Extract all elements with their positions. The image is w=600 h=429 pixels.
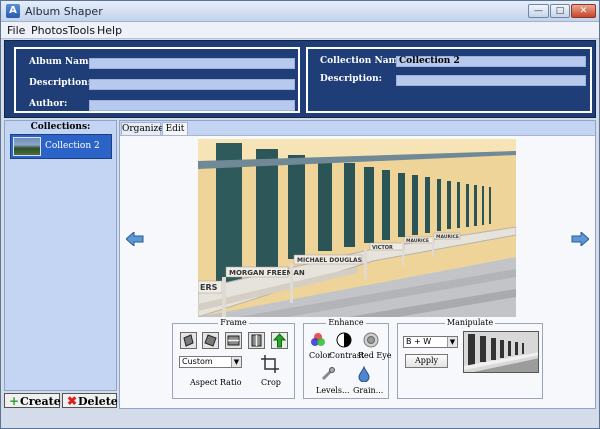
menu-file[interactable]: File xyxy=(7,24,25,37)
grain-drop-icon[interactable] xyxy=(356,366,372,382)
collections-title: Collections: xyxy=(30,122,91,132)
enhance-title: Enhance xyxy=(326,318,366,327)
flip-horizontal-button[interactable] xyxy=(225,332,242,349)
chevron-down-icon: ▼ xyxy=(447,337,457,347)
album-description-label: Description: xyxy=(29,78,91,88)
save-frame-button[interactable] xyxy=(271,332,288,349)
collections-panel: Collections: Collection 2 xyxy=(4,120,117,391)
create-button-label: Create xyxy=(20,395,61,408)
chevron-down-icon: ▼ xyxy=(231,357,241,367)
album-info-box: Album Name: Description: Author: xyxy=(14,47,300,113)
rotate-right-icon xyxy=(204,334,217,347)
rotate-right-button[interactable] xyxy=(202,332,219,349)
collection-name-label: Collection Name: xyxy=(320,56,408,66)
album-shaper-app-icon: A xyxy=(6,4,20,18)
menu-bar: File Photos Tools Help xyxy=(1,22,599,39)
green-up-arrow-icon xyxy=(272,333,287,348)
enhance-group: Enhance Color Contrast Red Eye Levels...… xyxy=(303,318,392,399)
contrast-icon[interactable] xyxy=(336,332,352,348)
bw-preview-image xyxy=(464,332,538,372)
color-wheel-icon[interactable] xyxy=(310,332,326,348)
menu-help[interactable]: Help xyxy=(97,24,122,37)
rotate-left-button[interactable] xyxy=(180,332,197,349)
main-panel: Organize Edit MORGAN FREEMAN MICHAEL DOU… xyxy=(119,120,596,409)
sign-maurice-1: MAURICE xyxy=(406,238,429,244)
manipulate-title: Manipulate xyxy=(444,318,496,327)
red-eye-label: Red Eye xyxy=(358,351,392,360)
create-collection-button[interactable]: + Create xyxy=(4,393,61,408)
flip-vertical-button[interactable] xyxy=(248,332,265,349)
aspect-ratio-label: Aspect Ratio xyxy=(190,378,242,387)
collection-name-field[interactable]: Collection 2 xyxy=(396,56,586,67)
beach-cabins-photo: MORGAN FREEMAN MICHAEL DOUGLAS VICTOR MA… xyxy=(198,139,516,317)
frame-group: Frame Custom ▼ Aspect Ratio Crop xyxy=(172,318,295,399)
aspect-ratio-select[interactable]: Custom ▼ xyxy=(179,356,242,368)
manipulate-group: Manipulate B + W ▼ Apply xyxy=(397,318,543,399)
crop-icon xyxy=(261,355,279,373)
album-name-field[interactable] xyxy=(89,58,295,69)
close-button[interactable]: ✕ xyxy=(571,4,596,18)
delete-button-label: Delete xyxy=(78,395,118,408)
minimize-button[interactable]: — xyxy=(528,4,549,18)
collection-description-label: Description: xyxy=(320,74,382,84)
photo-preview[interactable]: MORGAN FREEMAN MICHAEL DOUGLAS VICTOR MA… xyxy=(198,139,516,317)
title-bar[interactable]: A Album Shaper — □ ✕ xyxy=(1,1,599,22)
collection-description-field[interactable] xyxy=(396,75,586,86)
collection-info-box: Collection Name: Collection 2 Descriptio… xyxy=(306,47,592,113)
apply-button[interactable]: Apply xyxy=(405,354,448,368)
maximize-button[interactable]: □ xyxy=(550,4,570,18)
flip-horizontal-icon xyxy=(227,335,240,346)
frame-title: Frame xyxy=(218,318,249,327)
color-label: Color xyxy=(309,351,332,360)
delete-collection-button[interactable]: ✖ Delete xyxy=(62,393,118,408)
collection-item[interactable]: Collection 2 xyxy=(10,134,112,159)
sign-michael-douglas: MICHAEL DOUGLAS xyxy=(297,257,362,264)
aspect-ratio-value: Custom xyxy=(182,357,213,366)
sign-ers: ERS xyxy=(200,283,218,292)
collection-thumbnail xyxy=(13,137,41,156)
grain-label: Grain... xyxy=(353,386,384,395)
crop-label: Crop xyxy=(261,378,281,387)
levels-icon[interactable] xyxy=(320,366,336,382)
app-window: A Album Shaper — □ ✕ File Photos Tools H… xyxy=(0,0,600,429)
tab-edit[interactable]: Edit xyxy=(162,122,188,136)
plus-icon: + xyxy=(9,394,20,408)
status-bar xyxy=(119,411,596,423)
tab-organize[interactable]: Organize xyxy=(121,122,164,136)
crop-button[interactable] xyxy=(260,354,280,374)
collection-item-label: Collection 2 xyxy=(45,141,100,151)
window-title: Album Shaper xyxy=(25,5,103,18)
red-eye-icon[interactable] xyxy=(363,332,379,348)
effect-select[interactable]: B + W ▼ xyxy=(403,336,458,348)
album-name-label: Album Name: xyxy=(29,57,98,67)
sign-morgan-freeman: MORGAN FREEMAN xyxy=(229,269,305,277)
sign-maurice-2: MAURICE xyxy=(436,234,459,240)
next-photo-arrow-icon[interactable] xyxy=(571,232,589,246)
delete-x-icon: ✖ xyxy=(67,394,78,408)
menu-photos[interactable]: Photos xyxy=(31,24,68,37)
rotate-left-icon xyxy=(183,334,194,347)
menu-tools[interactable]: Tools xyxy=(68,24,95,37)
author-field[interactable] xyxy=(89,100,295,111)
effect-preview xyxy=(463,331,539,373)
previous-photo-arrow-icon[interactable] xyxy=(126,232,144,246)
sign-victor: VICTOR xyxy=(372,245,393,251)
levels-label: Levels... xyxy=(316,386,350,395)
author-label: Author: xyxy=(29,99,68,109)
effect-value: B + W xyxy=(406,337,432,346)
album-info-band: Album Name: Description: Author: Collect… xyxy=(4,40,596,118)
edit-tab-panel: MORGAN FREEMAN MICHAEL DOUGLAS VICTOR MA… xyxy=(120,135,595,408)
flip-vertical-icon xyxy=(251,334,262,347)
album-description-field[interactable] xyxy=(89,79,295,90)
